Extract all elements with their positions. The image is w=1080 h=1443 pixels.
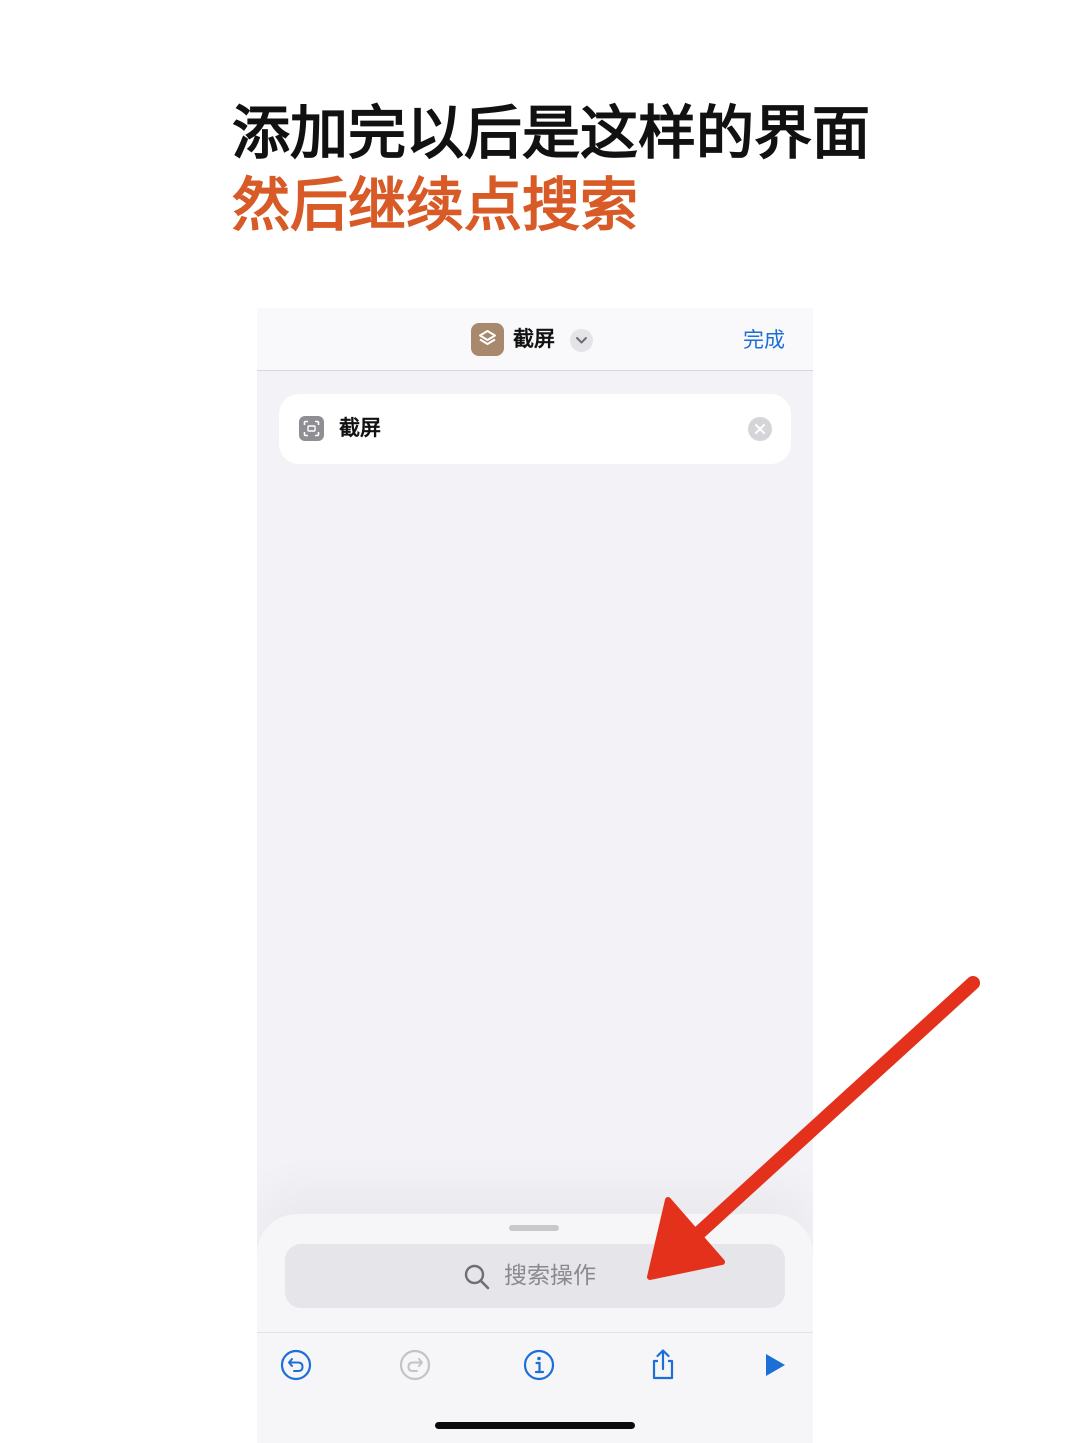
phone-screenshot: 截屏 完成 截屏 搜索操作 — [257, 308, 813, 1443]
search-placeholder: 搜索操作 — [504, 1263, 596, 1289]
screenshot-icon — [299, 416, 324, 441]
action-search-sheet: 搜索操作 — [257, 1214, 813, 1443]
action-label: 截屏 — [339, 416, 381, 440]
caption-line-1: 添加完以后是这样的界面 — [232, 99, 871, 167]
navigation-bar: 截屏 完成 — [257, 308, 813, 371]
search-input[interactable]: 搜索操作 — [285, 1244, 785, 1308]
play-icon[interactable] — [757, 1347, 793, 1383]
redo-icon[interactable] — [397, 1347, 433, 1383]
close-icon[interactable] — [748, 417, 772, 441]
action-card-screenshot[interactable]: 截屏 — [279, 394, 791, 464]
home-indicator — [435, 1422, 635, 1429]
shortcut-title[interactable]: 截屏 — [513, 324, 555, 354]
toolbar-divider — [257, 1332, 813, 1333]
search-icon — [464, 1264, 490, 1290]
sheet-grabber[interactable] — [509, 1225, 559, 1231]
chevron-down-icon[interactable] — [570, 329, 593, 352]
undo-icon[interactable] — [278, 1347, 314, 1383]
caption-line-2: 然后继续点搜索 — [232, 171, 639, 239]
info-icon[interactable] — [521, 1347, 557, 1383]
share-icon[interactable] — [645, 1347, 681, 1383]
shortcuts-icon[interactable] — [471, 323, 504, 356]
done-button[interactable]: 完成 — [743, 325, 785, 355]
